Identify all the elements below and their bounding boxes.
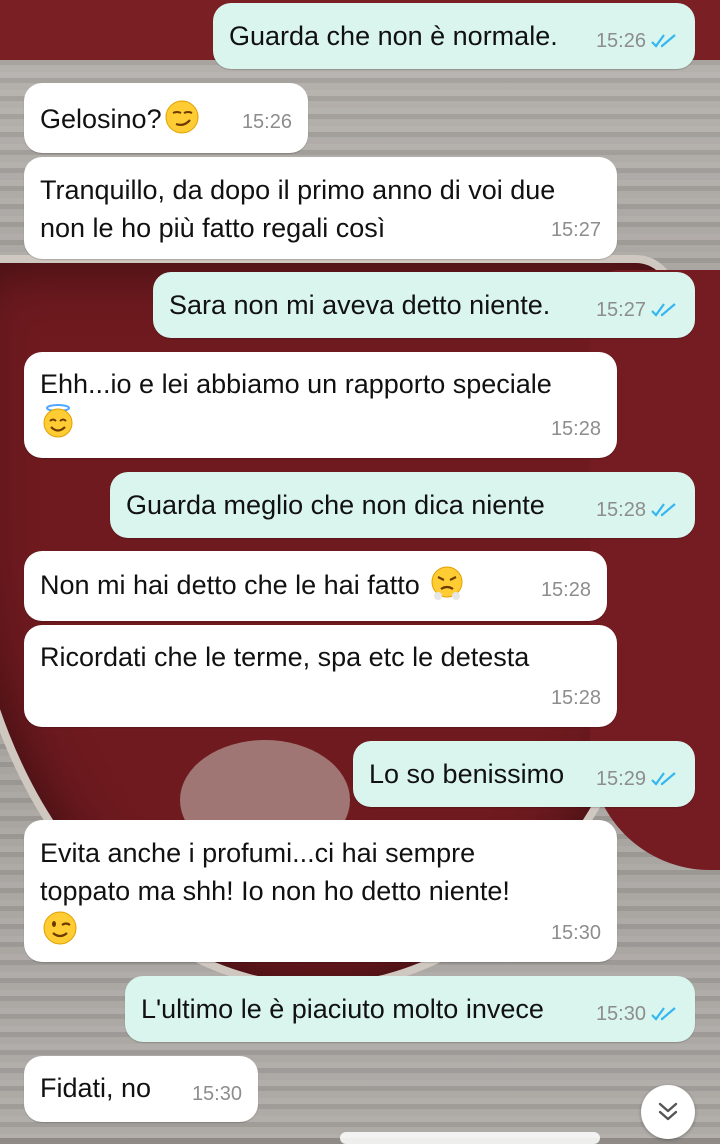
message-meta: 15:30 [551, 914, 601, 952]
scroll-to-bottom-button[interactable] [641, 1085, 695, 1139]
message-meta: 15:26 [242, 103, 292, 141]
message-time: 15:30 [550, 922, 601, 944]
message-outgoing[interactable]: L'ultimo le è piaciuto molto invece 15:3… [125, 976, 695, 1042]
message-incoming[interactable]: Fidati, no 15:30 [24, 1056, 258, 1122]
read-receipt-icon [651, 772, 676, 786]
read-receipt-icon [651, 1007, 676, 1021]
message-time: 15:28 [595, 499, 646, 521]
double-chevron-down-icon [658, 1102, 678, 1121]
message-meta: 15:27 [551, 211, 601, 249]
message-time: 15:29 [595, 768, 646, 790]
read-receipt-icon [651, 503, 676, 517]
message-meta: 15:30 [192, 1075, 242, 1113]
message-meta: 15:28 [541, 571, 591, 609]
message-incoming[interactable]: Ehh...io e lei abbiamo un rapporto speci… [24, 352, 617, 458]
message-time: 15:27 [550, 219, 601, 241]
smirking-face-icon [165, 100, 199, 134]
message-outgoing[interactable]: Sara non mi aveva detto niente. 15:27 [153, 272, 695, 338]
message-text: Tranquillo, da dopo il primo anno di voi… [40, 175, 556, 243]
read-receipt-icon [651, 303, 676, 317]
message-time: 15:30 [191, 1083, 242, 1105]
read-receipt-icon [651, 34, 676, 48]
message-text: Gelosino? [40, 104, 162, 134]
winking-face-icon [43, 911, 77, 945]
message-time: 15:28 [540, 579, 591, 601]
message-meta: 15:27 [596, 291, 679, 329]
input-bar-edge [340, 1132, 600, 1144]
message-meta: 15:26 [596, 22, 679, 60]
message-time: 15:30 [595, 1003, 646, 1025]
face-with-steam-from-nose-icon [431, 566, 463, 600]
message-time: 15:26 [595, 30, 646, 52]
message-incoming[interactable]: Non mi hai detto che le hai fatto 15:28 [24, 551, 607, 621]
message-meta: 15:28 [551, 410, 601, 448]
message-incoming[interactable]: Tranquillo, da dopo il primo anno di voi… [24, 157, 617, 259]
message-time: 15:26 [241, 111, 292, 133]
message-time: 15:28 [550, 418, 601, 440]
message-meta: 15:30 [596, 995, 679, 1033]
message-meta: 15:29 [596, 760, 679, 798]
message-text: Ehh...io e lei abbiamo un rapporto speci… [40, 369, 552, 399]
message-text: Ricordati che le terme, spa etc le detes… [40, 642, 530, 672]
message-outgoing[interactable]: Lo so benissimo 15:29 [353, 741, 695, 807]
smiling-face-with-halo-icon [43, 404, 73, 438]
message-meta: 15:28 [551, 679, 601, 717]
message-incoming[interactable]: Evita anche i profumi...ci hai sempre to… [24, 820, 617, 962]
message-text: Evita anche i profumi...ci hai sempre to… [40, 838, 510, 906]
message-time: 15:28 [550, 687, 601, 709]
message-time: 15:27 [595, 299, 646, 321]
message-text: Fidati, no [40, 1073, 152, 1103]
message-meta: 15:28 [596, 491, 679, 529]
message-text: Non mi hai detto che le hai fatto [40, 570, 420, 600]
message-outgoing[interactable]: Guarda meglio che non dica niente 15:28 [110, 472, 695, 538]
message-incoming[interactable]: Gelosino? 15:26 [24, 83, 308, 153]
message-list[interactable]: Guarda che non è normale. 15:26 Gelosino… [0, 0, 720, 1138]
message-outgoing[interactable]: Guarda che non è normale. 15:26 [213, 3, 695, 69]
message-incoming[interactable]: Ricordati che le terme, spa etc le detes… [24, 625, 617, 727]
